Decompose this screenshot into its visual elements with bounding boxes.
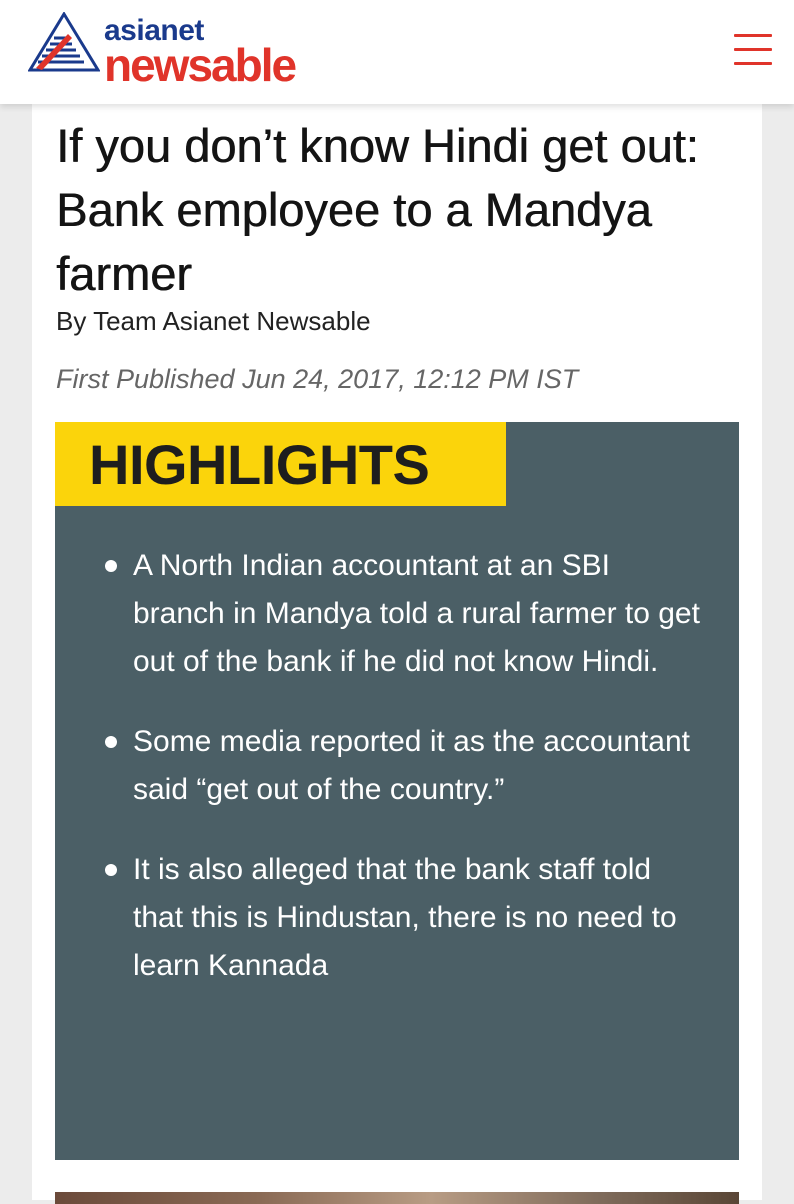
asianet-newsable-logo[interactable]: asianet newsable bbox=[28, 12, 318, 91]
menu-line bbox=[734, 34, 772, 37]
logo-text-newsable: newsable bbox=[104, 39, 297, 91]
article-image bbox=[55, 1192, 739, 1204]
article-title: If you don’t know Hindi get out: Bank em… bbox=[56, 119, 699, 300]
highlight-item: It is also alleged that the bank staff t… bbox=[97, 846, 707, 990]
highlights-heading: HIGHLIGHTS bbox=[89, 433, 430, 496]
highlights-list: A North Indian accountant at an SBI bran… bbox=[97, 542, 707, 1022]
asianet-logo-icon bbox=[28, 12, 100, 72]
article-card: If you don’t know Hindi get out: Bank em… bbox=[32, 104, 762, 1204]
highlight-text: It is also alleged that the bank staff t… bbox=[133, 853, 677, 982]
highlights-panel: HIGHLIGHTS A North Indian accountant at … bbox=[55, 422, 739, 1160]
bullet-icon bbox=[105, 736, 117, 748]
menu-line bbox=[734, 62, 772, 65]
highlight-item: Some media reported it as the accountant… bbox=[97, 718, 707, 814]
bullet-icon bbox=[105, 864, 117, 876]
highlight-text: A North Indian accountant at an SBI bran… bbox=[133, 549, 700, 678]
article-byline[interactable]: By Team Asianet Newsable bbox=[56, 306, 371, 337]
menu-line bbox=[734, 48, 772, 51]
hamburger-menu-icon[interactable] bbox=[734, 32, 772, 68]
site-header: asianet newsable bbox=[0, 0, 794, 104]
highlight-text: Some media reported it as the accountant… bbox=[133, 725, 690, 806]
highlights-badge: HIGHLIGHTS bbox=[55, 422, 506, 506]
highlight-item: A North Indian accountant at an SBI bran… bbox=[97, 542, 707, 686]
bullet-icon bbox=[105, 560, 117, 572]
published-date: First Published Jun 24, 2017, 12:12 PM I… bbox=[56, 364, 579, 394]
